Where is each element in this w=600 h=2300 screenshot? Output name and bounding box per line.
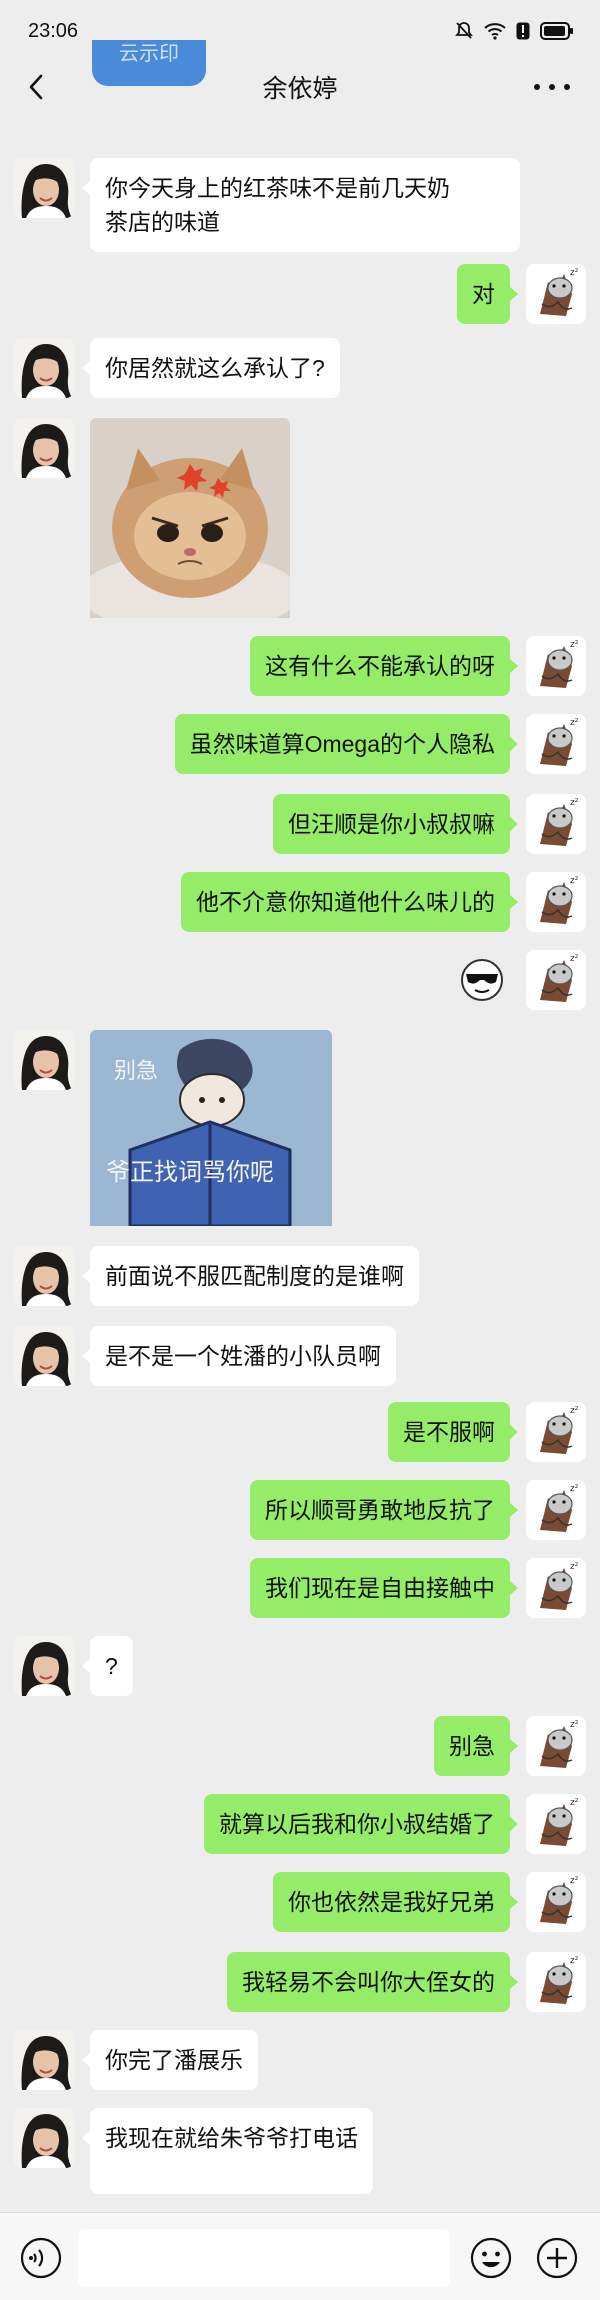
alert-icon — [516, 22, 530, 40]
message-bubble[interactable]: 对 — [457, 264, 518, 324]
self-avatar[interactable]: z² — [526, 1872, 586, 1932]
svg-text:z²: z² — [570, 1876, 579, 1886]
message-bubble[interactable]: 前面说不服匹配制度的是谁啊 — [82, 1246, 419, 1306]
sticker-caption-bottom: 爷正找词骂你呢 — [106, 1158, 274, 1186]
more-icon[interactable] — [534, 74, 570, 100]
message-bubble[interactable]: 虽然味道算Omega的个人隐私 — [174, 714, 519, 774]
self-avatar[interactable]: z² — [526, 264, 586, 324]
message-bubble[interactable]: 你今天身上的红茶味不是前几天奶 茶店的味道 — [82, 158, 520, 252]
self-avatar[interactable]: z² — [526, 636, 586, 696]
svg-text:z²: z² — [570, 1562, 579, 1572]
contact-avatar[interactable] — [14, 1636, 74, 1696]
nav-bar: 余依婷 — [0, 62, 600, 112]
message-bubble[interactable]: 是不服啊 — [388, 1402, 518, 1462]
message-bubble[interactable]: 就算以后我和你小叔结婚了 — [204, 1794, 518, 1854]
svg-text:z²: z² — [570, 1798, 579, 1808]
contact-avatar[interactable] — [14, 2108, 74, 2168]
svg-text:z²: z² — [570, 1484, 579, 1494]
message-bubble[interactable]: 你也依然是我好兄弟 — [273, 1872, 518, 1932]
message-bubble[interactable]: 我轻易不会叫你大侄女的 — [227, 1952, 518, 2012]
message-bubble[interactable]: 是不是一个姓潘的小队员啊 — [82, 1326, 396, 1386]
svg-text:z²: z² — [570, 268, 579, 278]
contact-avatar[interactable] — [14, 158, 74, 218]
back-arrow-icon[interactable] — [22, 72, 52, 102]
svg-text:z²: z² — [570, 1720, 579, 1730]
message-bubble[interactable]: 但汪顺是你小叔叔嘛 — [273, 794, 518, 854]
self-avatar[interactable]: z² — [526, 1402, 586, 1462]
cool-face-emoji-icon[interactable] — [460, 958, 504, 1002]
message-text-line: 你今天身上的红茶味不是前几天奶 — [105, 175, 450, 201]
contact-avatar[interactable] — [14, 2030, 74, 2090]
reading-sticker-image[interactable]: 别急 爷正找词骂你呢 — [90, 1030, 332, 1231]
battery-icon — [540, 22, 573, 40]
self-avatar[interactable]: z² — [526, 872, 586, 932]
contact-avatar[interactable] — [14, 338, 74, 398]
message-bubble[interactable]: 别急 — [434, 1716, 518, 1776]
plus-icon[interactable] — [536, 2237, 578, 2279]
status-time: 23:06 — [28, 19, 79, 42]
svg-text:z²: z² — [570, 876, 579, 886]
message-bubble[interactable]: 你居然就这么承认了? — [82, 338, 340, 398]
contact-avatar[interactable] — [14, 1030, 74, 1090]
svg-text:z²: z² — [570, 640, 579, 650]
kitten-sticker-image[interactable] — [90, 418, 290, 623]
sticker-caption-top: 别急 — [114, 1059, 158, 1084]
message-bubble[interactable]: 他不介意你知道他什么味儿的 — [181, 872, 518, 932]
status-icons — [454, 21, 574, 41]
message-bubble[interactable]: 你完了潘展乐 — [82, 2030, 258, 2090]
self-avatar[interactable]: z² — [526, 1716, 586, 1776]
contact-avatar[interactable] — [14, 418, 74, 478]
self-avatar[interactable]: z² — [526, 950, 586, 1010]
svg-text:z²: z² — [570, 1406, 579, 1416]
message-text-line: 茶店的味道 — [105, 209, 220, 235]
svg-text:z²: z² — [570, 718, 579, 728]
contact-avatar[interactable] — [14, 1326, 74, 1386]
message-bubble[interactable]: ? — [82, 1636, 133, 1696]
message-bubble[interactable]: 我现在就给朱爷爷打电话 — [82, 2108, 373, 2194]
svg-text:z²: z² — [570, 798, 579, 808]
status-bar: 23:06 — [0, 0, 600, 62]
emoji-icon[interactable] — [470, 2237, 512, 2279]
self-avatar[interactable]: z² — [526, 1952, 586, 2012]
svg-text:z²: z² — [570, 954, 579, 964]
message-bubble[interactable]: 这有什么不能承认的呀 — [250, 636, 518, 696]
message-input[interactable] — [78, 2229, 450, 2287]
voice-icon[interactable] — [20, 2237, 62, 2279]
input-bar — [0, 2212, 600, 2300]
wifi-icon — [484, 23, 506, 40]
chat-title: 余依婷 — [262, 75, 338, 103]
self-avatar[interactable]: z² — [526, 1794, 586, 1854]
contact-avatar[interactable] — [14, 1246, 74, 1306]
self-avatar[interactable]: z² — [526, 794, 586, 854]
svg-text:z²: z² — [570, 1956, 579, 1966]
self-avatar[interactable]: z² — [526, 1480, 586, 1540]
message-bubble[interactable]: 所以顺哥勇敢地反抗了 — [250, 1480, 518, 1540]
self-avatar[interactable]: z² — [526, 714, 586, 774]
mute-bell-icon — [455, 22, 473, 39]
self-avatar[interactable]: z² — [526, 1558, 586, 1618]
message-bubble[interactable]: 我们现在是自由接触中 — [250, 1558, 518, 1618]
